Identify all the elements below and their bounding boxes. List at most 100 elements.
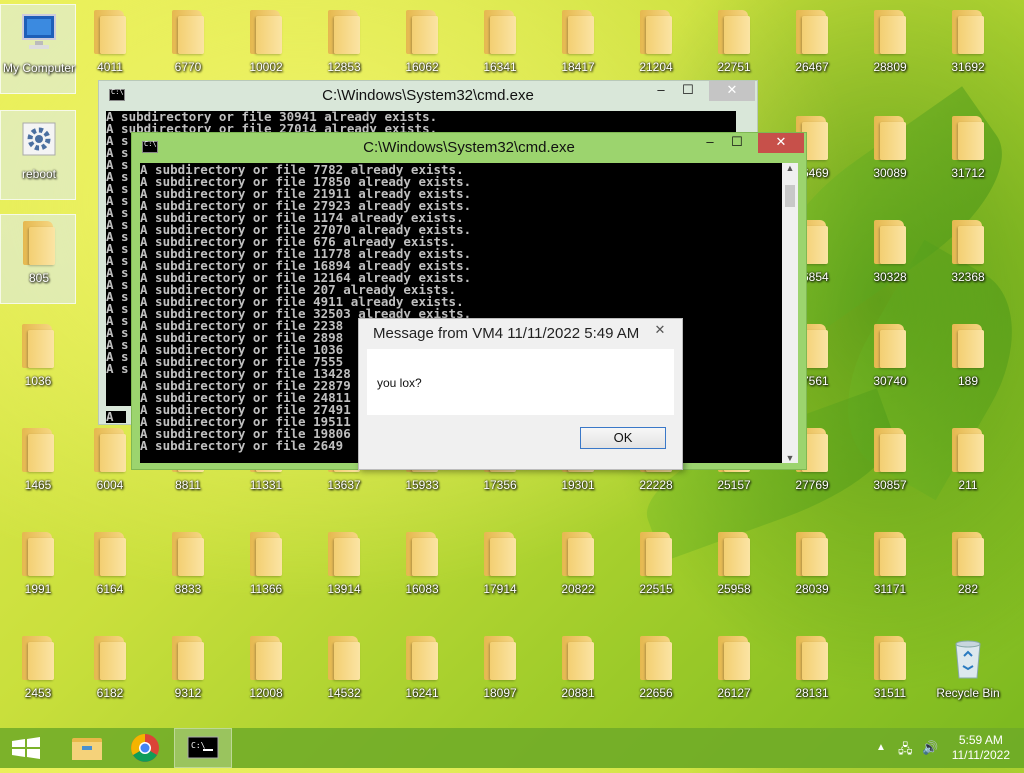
desktop-folder[interactable]: 28039 — [774, 526, 850, 616]
desktop-icon-label: 17356 — [483, 478, 517, 492]
desktop-icon-label: 13914 — [327, 582, 361, 596]
desktop-icon-gear[interactable]: reboot — [0, 110, 76, 200]
desktop-folder[interactable]: 6182 — [72, 630, 148, 720]
show-hidden-icons-icon[interactable]: ▲ — [876, 742, 886, 753]
folder-icon — [94, 10, 126, 54]
desktop-folder[interactable]: 16083 — [384, 526, 460, 616]
network-icon[interactable]: 🖧 — [898, 740, 913, 762]
minimize-button[interactable]: – — [696, 133, 724, 153]
desktop-icon-label: 19301 — [561, 478, 595, 492]
desktop-icon-label: 21204 — [639, 60, 673, 74]
desktop-folder[interactable]: 13914 — [306, 526, 382, 616]
desktop-icon-label: 11331 — [249, 478, 283, 492]
maximize-button[interactable]: ☐ — [674, 81, 702, 101]
minimize-button[interactable]: – — [647, 81, 675, 101]
desktop-icon-label: 28809 — [873, 60, 907, 74]
desktop-folder[interactable]: 30089 — [852, 110, 928, 200]
desktop-folder[interactable]: 805 — [0, 214, 76, 304]
desktop-folder[interactable]: 26127 — [696, 630, 772, 720]
desktop-folder[interactable]: 211 — [930, 422, 1006, 512]
dialog-body: you lox? — [367, 349, 674, 415]
desktop-folder[interactable]: 26467 — [774, 4, 850, 94]
recycle-bin-icon — [955, 640, 981, 679]
ok-button[interactable]: OK — [580, 427, 666, 449]
desktop-folder[interactable]: 25958 — [696, 526, 772, 616]
desktop-folder[interactable]: 2453 — [0, 630, 76, 720]
folder-icon — [562, 532, 594, 576]
close-button[interactable]: ✕ — [646, 322, 674, 340]
folder-icon — [952, 532, 984, 576]
desktop-folder[interactable]: 11366 — [228, 526, 304, 616]
cmd-taskbar-button[interactable]: C:\ — [174, 728, 232, 768]
desktop-icon-label: 6182 — [96, 686, 124, 700]
console-scrollbar[interactable]: ▲ ▼ — [782, 163, 798, 463]
desktop-folder[interactable]: 18097 — [462, 630, 538, 720]
desktop-folder[interactable]: 28809 — [852, 4, 928, 94]
maximize-button[interactable]: ☐ — [723, 133, 751, 153]
desktop-folder[interactable]: 1465 — [0, 422, 76, 512]
folder-icon — [172, 636, 204, 680]
desktop-icon-computer[interactable]: My Computer — [0, 4, 76, 94]
desktop-folder[interactable]: 30740 — [852, 318, 928, 408]
console-prompt: A — [106, 411, 114, 423]
desktop-folder[interactable]: 20822 — [540, 526, 616, 616]
desktop-folder[interactable]: 8833 — [150, 526, 226, 616]
desktop-folder[interactable]: 31511 — [852, 630, 928, 720]
desktop-folder[interactable]: 9312 — [150, 630, 226, 720]
cmd-icon: C:\ — [187, 736, 219, 759]
title-bar[interactable]: C:\Windows\System32\cmd.exe – ☐ ✕ — [132, 133, 806, 163]
scroll-up-icon[interactable]: ▲ — [782, 163, 798, 173]
folder-icon — [952, 116, 984, 160]
message-dialog[interactable]: Message from VM4 11/11/2022 5:49 AM ✕ yo… — [358, 318, 683, 470]
desktop-folder[interactable]: 16241 — [384, 630, 460, 720]
folder-icon — [874, 428, 906, 472]
desktop-folder[interactable]: 12008 — [228, 630, 304, 720]
console-prompt-area[interactable]: A — [106, 411, 126, 423]
desktop-icon-recycle[interactable]: Recycle Bin — [930, 630, 1006, 720]
desktop-folder[interactable]: 20881 — [540, 630, 616, 720]
volume-icon[interactable]: 🔊 — [922, 740, 938, 756]
folder-icon — [250, 636, 282, 680]
close-button[interactable]: ✕ — [758, 133, 804, 153]
scroll-thumb[interactable] — [785, 185, 795, 207]
desktop-folder[interactable]: 6164 — [72, 526, 148, 616]
desktop-folder[interactable]: 31712 — [930, 110, 1006, 200]
desktop-icon-label: 31692 — [951, 60, 985, 74]
desktop-folder[interactable]: 22656 — [618, 630, 694, 720]
desktop-icon-label: 22515 — [639, 582, 673, 596]
folder-icon — [250, 532, 282, 576]
title-bar[interactable]: C:\Windows\System32\cmd.exe – ☐ ✕ — [99, 81, 757, 111]
desktop-folder[interactable]: 1036 — [0, 318, 76, 408]
clock[interactable]: 5:59 AM 11/11/2022 — [952, 733, 1010, 763]
desktop-folder[interactable]: 22515 — [618, 526, 694, 616]
desktop-folder[interactable]: 17914 — [462, 526, 538, 616]
folder-icon — [952, 428, 984, 472]
folder-icon — [328, 10, 360, 54]
desktop-folder[interactable]: 30857 — [852, 422, 928, 512]
desktop-icon-label: 20881 — [561, 686, 595, 700]
folder-icon — [718, 10, 750, 54]
desktop-folder[interactable]: 189 — [930, 318, 1006, 408]
desktop-icon-label: 6004 — [96, 478, 124, 492]
desktop-folder[interactable]: 282 — [930, 526, 1006, 616]
desktop-folder[interactable]: 14532 — [306, 630, 382, 720]
gear-icon — [22, 122, 56, 156]
close-button[interactable]: ✕ — [709, 81, 755, 101]
desktop-folder[interactable]: 28131 — [774, 630, 850, 720]
folder-icon — [94, 532, 126, 576]
desktop-folder[interactable]: 31692 — [930, 4, 1006, 94]
start-button[interactable] — [0, 728, 58, 768]
desktop-icon-label: 6164 — [96, 582, 124, 596]
folder-icon — [640, 10, 672, 54]
desktop-folder[interactable]: 30328 — [852, 214, 928, 304]
scroll-down-icon[interactable]: ▼ — [782, 453, 798, 463]
desktop-icon-label: 22228 — [639, 478, 673, 492]
chrome-button[interactable] — [116, 728, 174, 768]
taskbar: C:\ ▲ 🖧 🔊 5:59 AM 11/11/2022 — [0, 728, 1024, 768]
folder-icon — [484, 10, 516, 54]
file-explorer-button[interactable] — [58, 728, 116, 768]
desktop-folder[interactable]: 31171 — [852, 526, 928, 616]
desktop-icon-label: 15933 — [405, 478, 439, 492]
desktop-folder[interactable]: 32368 — [930, 214, 1006, 304]
desktop-folder[interactable]: 1991 — [0, 526, 76, 616]
